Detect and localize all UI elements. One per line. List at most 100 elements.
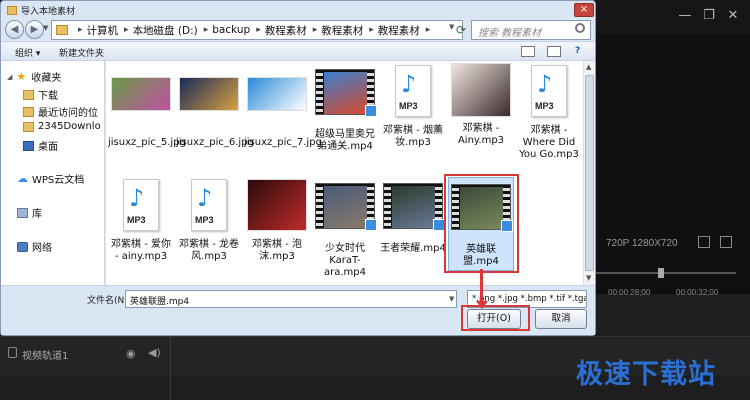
file-tile[interactable]: 邓紫棋 - 泡沫.mp3: [244, 177, 310, 263]
navigation-pane: ◢ ★ 收藏夹 下载 最近访问的位 2345Downlo 桌面 ☁ WPS云文档…: [1, 61, 105, 285]
sidebar-item-2345download[interactable]: 2345Downlo: [23, 121, 101, 132]
film-strip: [316, 70, 323, 114]
search-icon[interactable]: [575, 23, 585, 33]
ruler-start-time: 00:00:28;00: [608, 288, 651, 297]
breadcrumb-item[interactable]: 教程素材: [378, 23, 420, 38]
breadcrumb-separator: ▸: [78, 25, 83, 35]
file-thumbnail: [179, 77, 239, 133]
library-icon: [17, 207, 28, 218]
scroll-thumb[interactable]: [585, 75, 594, 271]
file-thumbnail: ♪ MP3: [111, 179, 171, 235]
file-tile[interactable]: ♪ MP3 邓紫棋 - 爱你 - ainy.mp3: [108, 177, 174, 263]
file-tile[interactable]: jisuxz_pic_6.jpg: [176, 63, 254, 149]
film-strip: [316, 184, 323, 228]
file-name: 邓紫棋 - 泡沫.mp3: [252, 239, 302, 262]
view-mode-icon[interactable]: [521, 46, 535, 57]
file-list-area: jisuxz_pic_5.jpg jisuxz_pic_6.jpg jisuxz_p…: [106, 61, 595, 285]
image-icon: [451, 63, 511, 117]
help-icon[interactable]: ?: [575, 46, 580, 56]
breadcrumb-item[interactable]: backup: [212, 24, 250, 36]
file-name: 王者荣耀.mp4: [380, 243, 446, 254]
sidebar-item-wps-cloud[interactable]: ☁ WPS云文档: [17, 171, 84, 187]
image-icon: [247, 179, 307, 231]
file-thumbnail: [315, 183, 377, 239]
sidebar-label: 2345Downlo: [38, 121, 101, 132]
watermark-logo: 极速下载站: [576, 359, 716, 390]
file-name: 邓紫棋 - Where Did You Go.mp3: [519, 125, 579, 160]
fullscreen-icon[interactable]: [698, 236, 710, 248]
file-name: 少女时代KaraT-ara.mp4: [324, 243, 366, 278]
scroll-up-icon[interactable]: ▲: [586, 63, 591, 71]
breadcrumb-separator: ▸: [369, 25, 374, 35]
back-button[interactable]: ◀: [5, 20, 24, 39]
sidebar-label: 桌面: [38, 142, 58, 153]
breadcrumb-item[interactable]: 本地磁盘 (D:): [133, 23, 198, 38]
file-thumbnail: [247, 77, 307, 133]
forward-button[interactable]: ▶: [25, 20, 44, 39]
file-tile[interactable]: 超级马里奥兄弟通关.mp4: [312, 63, 378, 153]
sidebar-label: 下载: [38, 91, 58, 102]
sidebar-label: 收藏夹: [31, 73, 62, 84]
timeline-knob[interactable]: [658, 268, 664, 278]
file-tile[interactable]: 邓紫棋 - Ainy.mp3: [448, 63, 514, 147]
file-tile[interactable]: jisuxz_pic_7.jpg: [244, 63, 322, 149]
file-thumbnail: ♪ MP3: [519, 65, 579, 121]
search-input[interactable]: 搜索 教程素材: [471, 20, 591, 40]
ruler-end-time: 00:00:32;00: [676, 288, 719, 297]
file-thumbnail: ♪ MP3: [179, 179, 239, 235]
file-name: 邓紫棋 - 烟薰妆.mp3: [383, 125, 443, 148]
minimize-icon[interactable]: —: [676, 8, 694, 24]
eye-icon[interactable]: ◉: [126, 347, 136, 360]
guide-arrow-head: [476, 301, 488, 309]
sidebar-item-network[interactable]: 网络: [17, 239, 52, 254]
filename-input[interactable]: 英雄联盟.mp4: [125, 290, 457, 308]
image-icon: [179, 77, 239, 111]
file-tile[interactable]: ♪ MP3 邓紫棋 - 烟薰妆.mp3: [380, 63, 446, 149]
scroll-down-icon[interactable]: ▼: [586, 274, 591, 282]
sidebar-item-library[interactable]: 库: [17, 205, 42, 220]
timeline-slider[interactable]: [596, 272, 736, 274]
cancel-button[interactable]: 取消: [535, 309, 587, 329]
file-tile[interactable]: ♪ MP3 邓紫棋 - Where Did You Go.mp3: [516, 63, 582, 161]
volume-icon[interactable]: ◀): [148, 346, 161, 359]
sidebar-item-favorites[interactable]: ◢ ★ 收藏夹: [7, 69, 62, 85]
dialog-title-text: 导入本地素材: [21, 7, 76, 17]
new-folder-button[interactable]: 新建文件夹: [59, 46, 104, 59]
breadcrumb-item[interactable]: 教程素材: [321, 23, 363, 38]
vertical-scrollbar[interactable]: ▲ ▼: [583, 61, 595, 285]
preview-pane-icon[interactable]: [547, 46, 561, 57]
app-close-icon[interactable]: ✕: [724, 8, 742, 24]
file-name: 邓紫棋 - 龙卷风.mp3: [179, 239, 239, 262]
filename-dropdown-icon[interactable]: ▼: [449, 295, 454, 303]
lock-icon[interactable]: [8, 347, 17, 358]
refresh-icon[interactable]: ⟳: [451, 20, 471, 40]
import-dialog: 导入本地素材 × ◀ ▶ ▼ ▸ 计算机 ▸ 本地磁盘 (D:) ▸ backu…: [0, 0, 596, 336]
expand-arrow-icon[interactable]: ◢: [7, 73, 12, 81]
address-bar[interactable]: ▸ 计算机 ▸ 本地磁盘 (D:) ▸ backup ▸ 教程素材 ▸ 教程素材…: [51, 20, 463, 40]
sidebar-item-download[interactable]: 下载: [23, 87, 58, 102]
video-file-icon: [315, 69, 377, 117]
dialog-close-button[interactable]: ×: [574, 3, 594, 17]
breadcrumb-item[interactable]: 计算机: [87, 23, 119, 38]
expand-icon[interactable]: [720, 236, 732, 248]
file-tile[interactable]: 王者荣耀.mp4: [380, 177, 446, 255]
organize-menu[interactable]: 组织 ▾: [15, 46, 40, 59]
file-thumbnail: ♪ MP3: [383, 65, 443, 121]
file-tile[interactable]: ♪ MP3 邓紫棋 - 龙卷风.mp3: [176, 177, 242, 263]
maximize-icon[interactable]: ❐: [700, 8, 718, 24]
network-icon: [17, 241, 28, 252]
file-name: jisuxz_pic_7.jpg: [244, 137, 322, 148]
file-tile[interactable]: 少女时代KaraT-ara.mp4: [312, 177, 378, 279]
desktop-icon: [23, 140, 34, 151]
file-tile[interactable]: jisuxz_pic_5.jpg: [108, 63, 186, 149]
image-icon: [247, 77, 307, 111]
sidebar-item-recent[interactable]: 最近访问的位: [23, 104, 98, 119]
history-dropdown-icon[interactable]: ▼: [43, 24, 48, 32]
sidebar-item-desktop[interactable]: 桌面: [23, 138, 58, 153]
file-name: jisuxz_pic_6.jpg: [176, 137, 254, 148]
file-name: 邓紫棋 - Ainy.mp3: [457, 123, 505, 146]
film-strip: [384, 184, 391, 228]
dialog-toolbar: 组织 ▾ 新建文件夹 ?: [1, 41, 595, 61]
file-thumbnail: [111, 77, 171, 133]
breadcrumb-item[interactable]: 教程素材: [265, 23, 307, 38]
